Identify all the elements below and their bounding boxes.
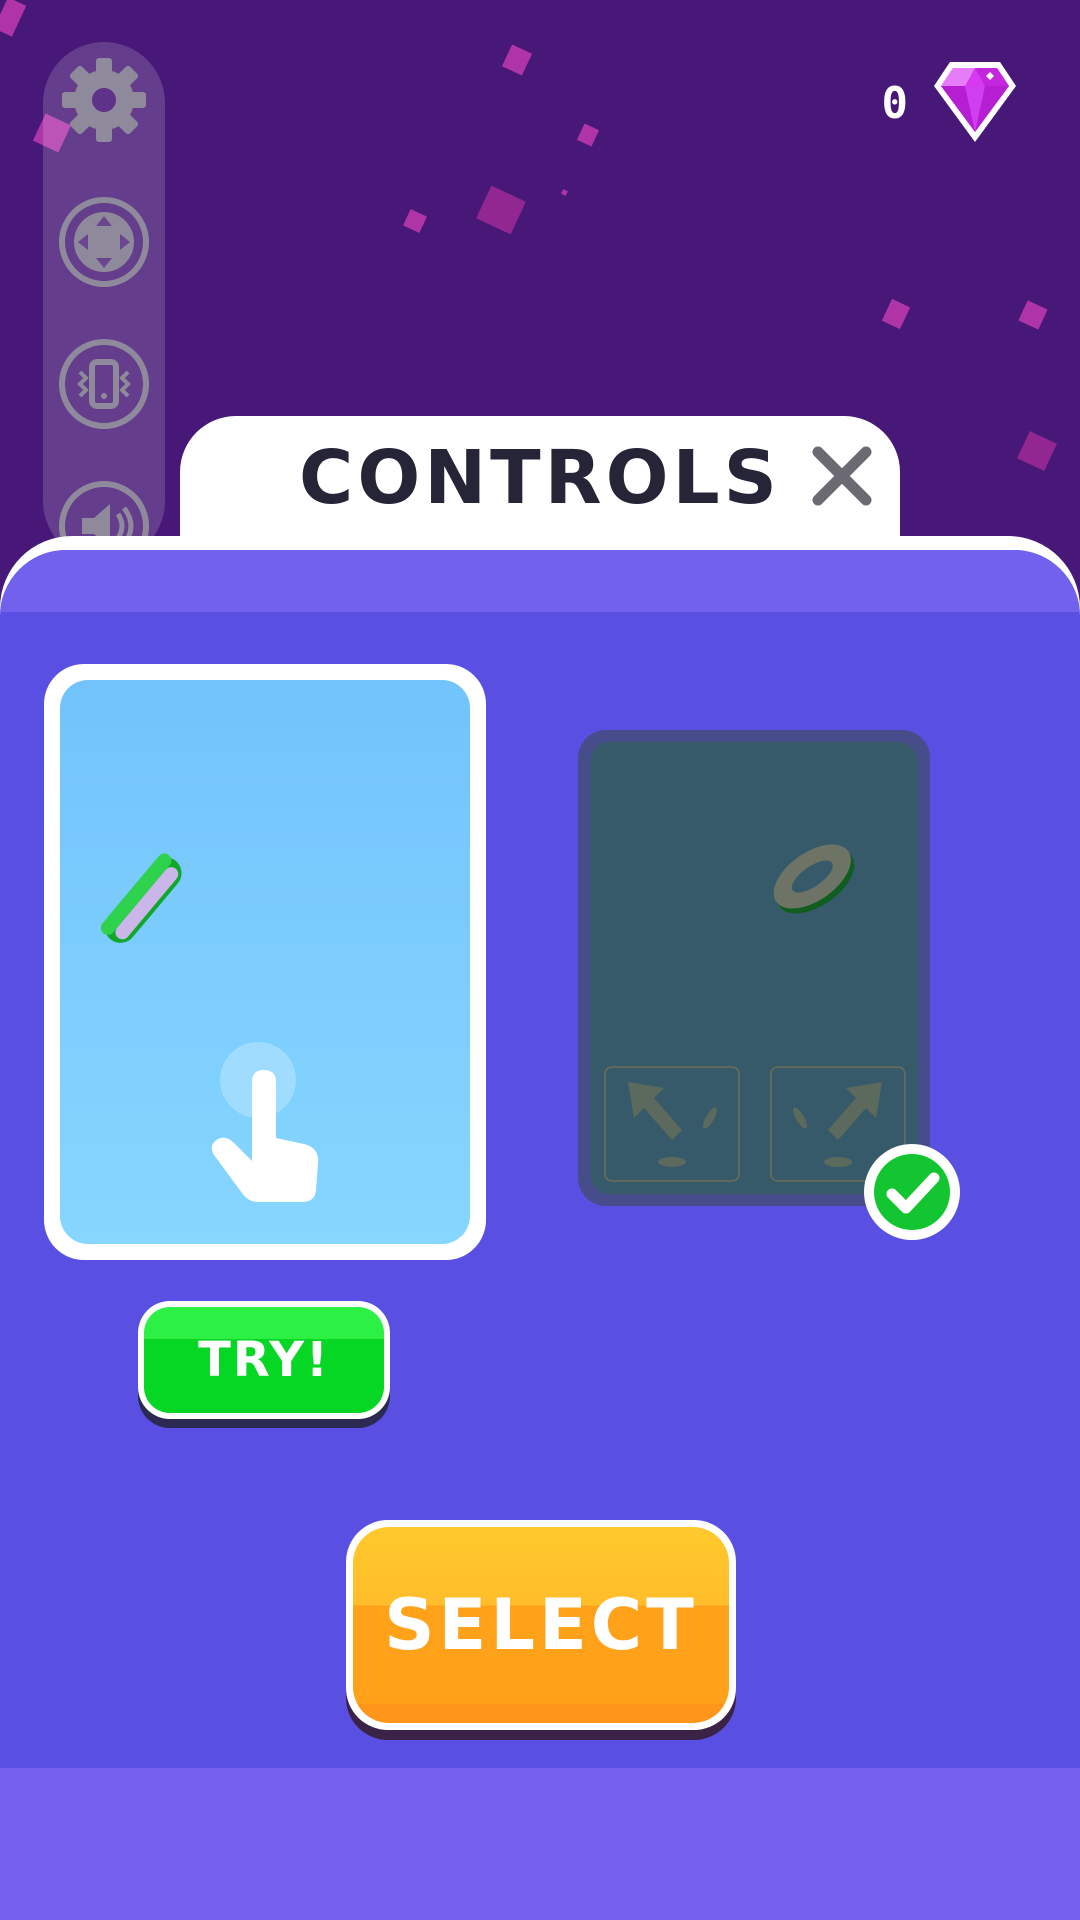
option-preview [590,742,918,1194]
close-icon[interactable] [810,444,874,508]
control-option-swipe[interactable] [578,730,930,1206]
gem-icon [932,58,1018,146]
confetti-piece [576,123,600,147]
confetti-piece [0,0,27,37]
arrow-left-icon [604,1066,740,1182]
confetti-piece [1018,300,1048,330]
joystick-icon[interactable] [56,194,152,290]
gem-count: 0 [881,78,909,129]
panel-header-band [0,550,1080,612]
page-title: CONTROLS [299,435,781,521]
gear-icon[interactable] [56,52,152,148]
confetti-piece [561,189,568,196]
ring-icon [773,844,855,914]
confetti-piece [476,185,526,235]
select-button-label: SELECT [353,1527,729,1723]
vibration-icon[interactable] [56,336,152,432]
control-option-tap[interactable] [44,664,486,1260]
tap-hand-icon [211,1042,319,1202]
try-button[interactable]: TRY! [138,1301,390,1419]
option-preview [60,680,470,1244]
confetti-piece [403,209,427,233]
confetti-piece [881,298,911,330]
ring-icon [100,853,182,943]
select-button[interactable]: SELECT [346,1520,736,1730]
panel-footer-band [0,1768,1080,1920]
confetti-piece [501,44,533,76]
try-button-label: TRY! [144,1307,384,1413]
check-icon [862,1142,962,1242]
